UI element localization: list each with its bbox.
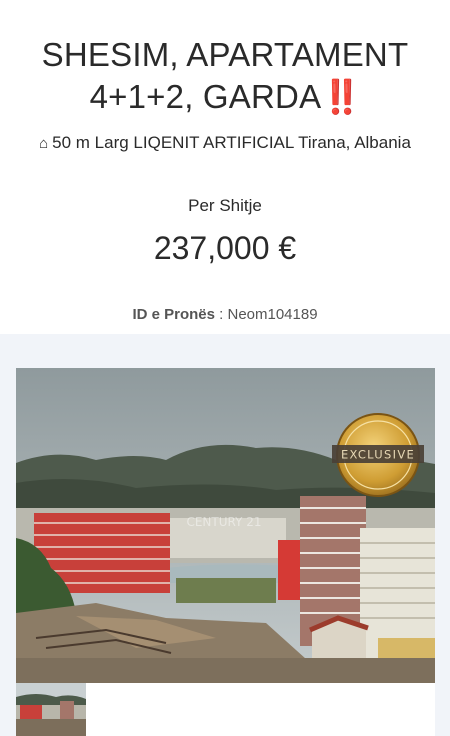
title-line-2: 4+1+2, GARDA‼️: [0, 76, 450, 118]
listing-price: 237,000 €: [153, 230, 297, 266]
watermark-text: CENTURY 21: [186, 515, 261, 529]
home-icon: ⌂: [39, 135, 49, 152]
property-id: ID e Pronës : Neom104189: [0, 306, 450, 323]
title-line-1: SHESIM, APARTAMENT: [41, 36, 409, 73]
location-text: 50 m Larg LIQENIT ARTIFICIAL Tirana, Alb…: [52, 133, 411, 152]
location-line: ⌂ 50 m Larg LIQENIT ARTIFICIAL Tirana, Al…: [30, 132, 420, 155]
exclusive-badge-icon: EXCLUSIVE: [332, 413, 424, 497]
listing-status: Per Shitje: [188, 196, 262, 215]
thumbnail-photo: [16, 683, 86, 736]
title-text-2: 4+1+2, GARDA: [89, 78, 322, 115]
property-id-label: ID e Pronës: [132, 306, 215, 323]
listing-title: SHESIM, APARTAMENT 4+1+2, GARDA‼️: [0, 34, 450, 118]
thumbnail-1[interactable]: [16, 683, 86, 736]
badge-text: EXCLUSIVE: [341, 448, 415, 462]
double-exclamation-icon: ‼️: [321, 78, 362, 115]
property-id-value: Neom104189: [227, 306, 318, 323]
property-id-separator: :: [214, 306, 228, 323]
